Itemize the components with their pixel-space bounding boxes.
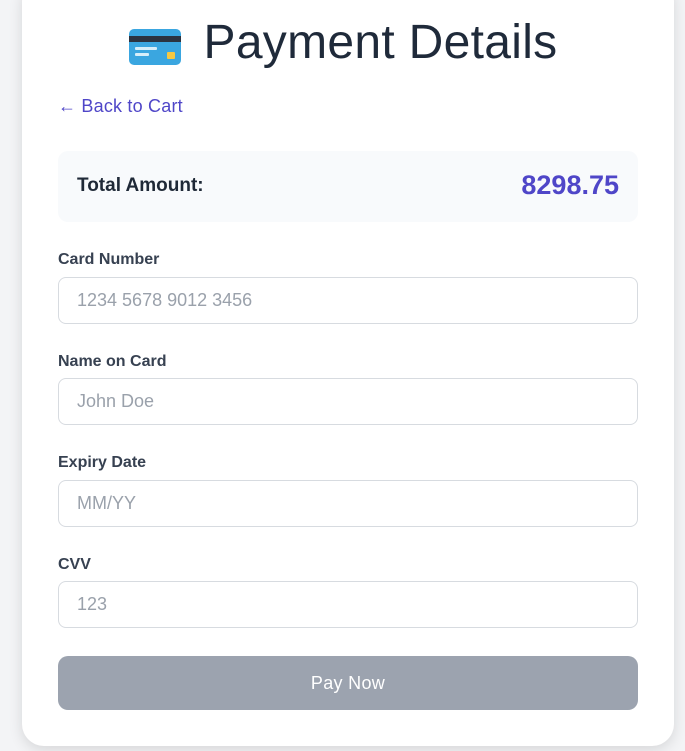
expiry-date-label: Expiry Date bbox=[58, 454, 147, 471]
total-amount: 8298.75 bbox=[521, 170, 619, 200]
cvv-input[interactable] bbox=[58, 581, 638, 628]
total-summary: Total Amount: 8298.75 bbox=[58, 151, 638, 222]
card-number-input[interactable] bbox=[58, 277, 638, 324]
back-to-cart-link[interactable]: ← Back to Cart bbox=[58, 96, 183, 117]
name-on-card-input[interactable] bbox=[58, 378, 638, 425]
card-number-label: Card Number bbox=[58, 251, 160, 268]
cvv-label: CVV bbox=[58, 556, 91, 573]
name-on-card-label: Name on Card bbox=[58, 353, 167, 370]
page-header: Payment Details bbox=[0, 14, 685, 70]
total-label: Total Amount: bbox=[77, 175, 204, 196]
credit-card-icon bbox=[128, 28, 182, 66]
pay-now-button[interactable]: Pay Now bbox=[58, 656, 638, 710]
page-title: Payment Details bbox=[203, 15, 558, 69]
expiry-date-input[interactable] bbox=[58, 480, 638, 527]
